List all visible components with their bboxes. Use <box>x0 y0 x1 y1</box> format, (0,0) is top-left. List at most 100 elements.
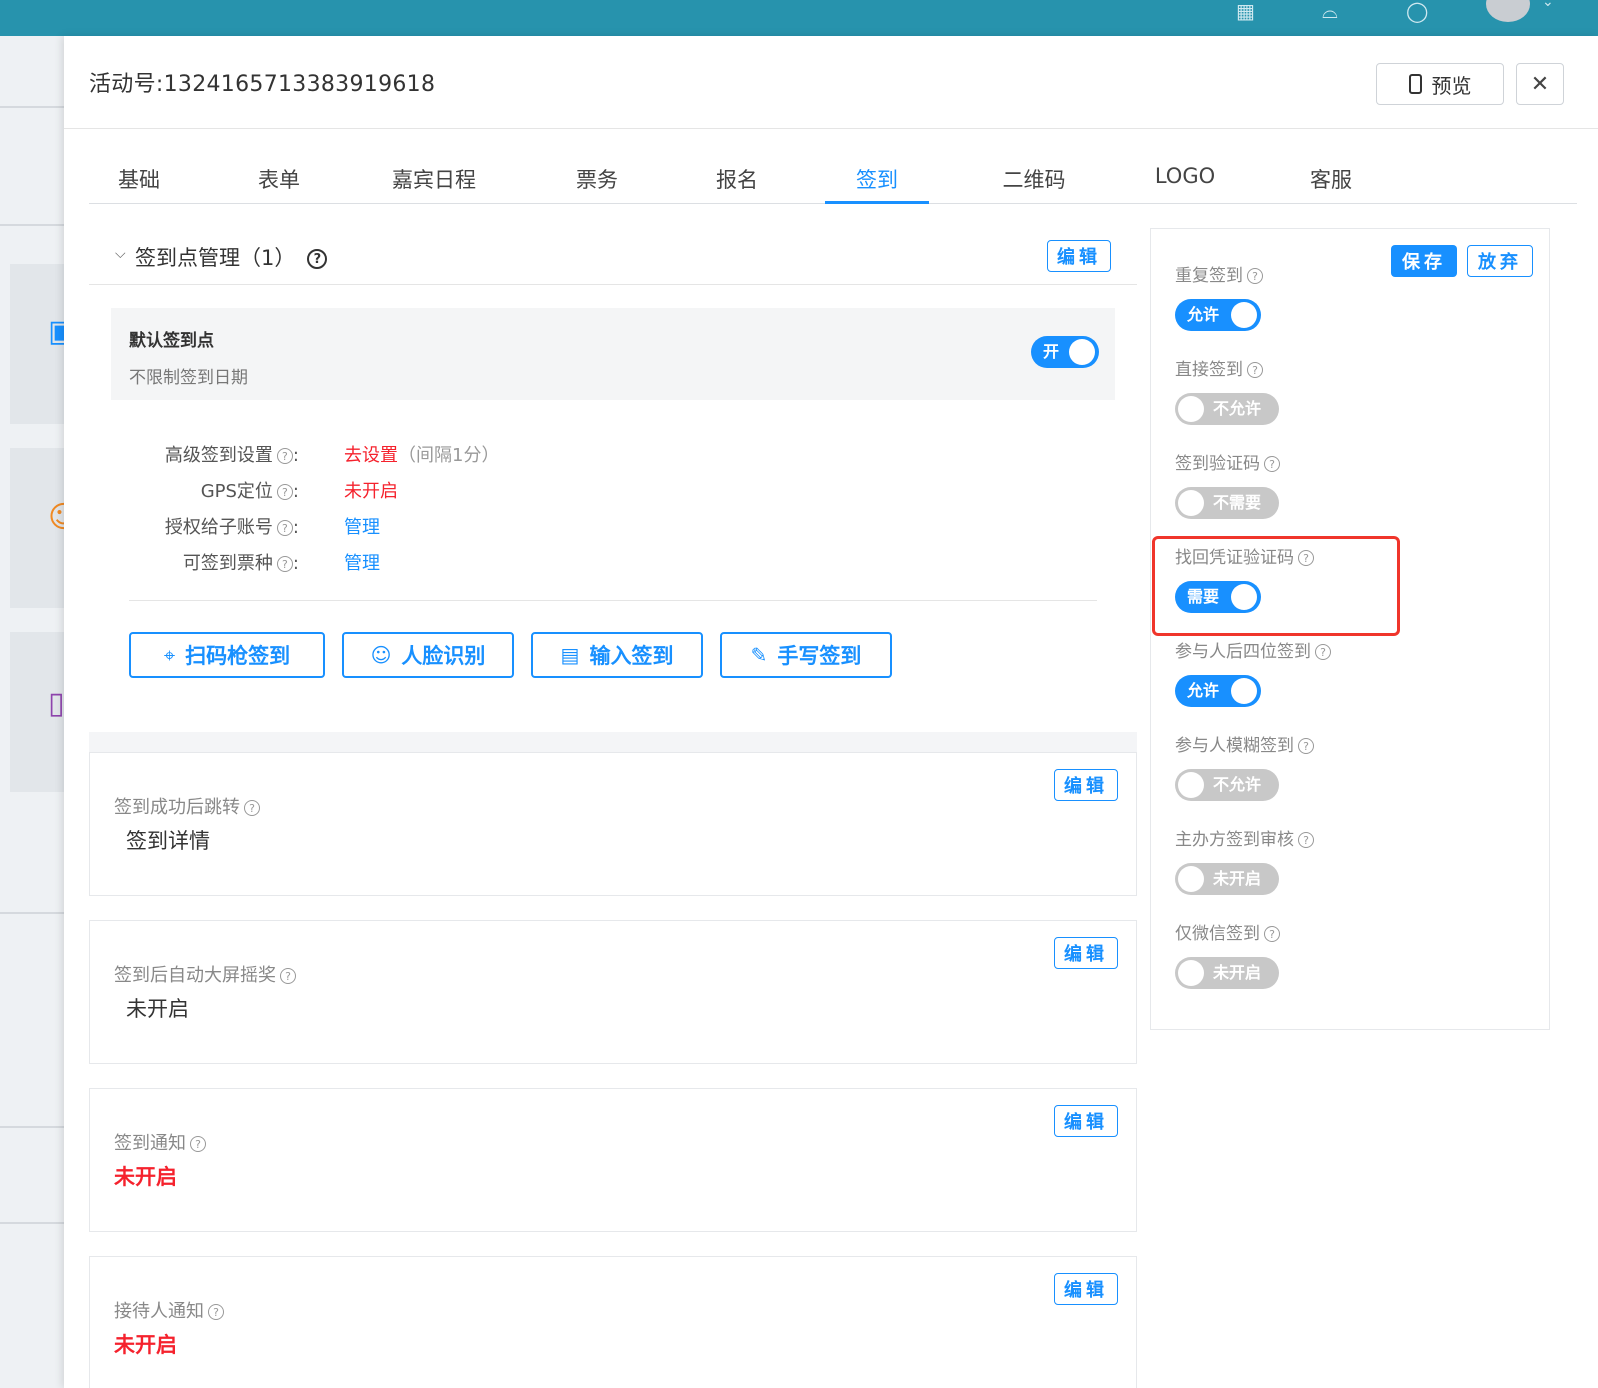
scanner-checkin-button[interactable]: ⌖ 扫码枪签到 <box>129 632 325 678</box>
config-value: 签到详情 <box>126 829 210 853</box>
advanced-value[interactable]: 未开启 <box>344 477 398 503</box>
tab-bar: 基础 表单 嘉宾日程 票务 报名 签到 二维码 LOGO 客服 <box>89 164 1577 204</box>
checkin-point-name: 默认签到点 <box>129 331 214 351</box>
action-label: 扫码枪签到 <box>185 644 291 668</box>
tab-ticketing[interactable]: 票务 <box>547 164 647 204</box>
advanced-value[interactable]: 管理 <box>344 513 380 539</box>
toggle-knob <box>1178 396 1204 422</box>
question-icon[interactable]: ? <box>276 520 293 536</box>
tab-form[interactable]: 表单 <box>229 164 329 204</box>
user-avatar[interactable] <box>1486 0 1530 22</box>
handwriting-checkin-button[interactable]: ✎ 手写签到 <box>720 632 892 678</box>
receptionist-notification-panel: 接待人通知? 未开启 编辑 <box>89 1256 1137 1388</box>
toggle-knob <box>1069 339 1095 365</box>
question-icon[interactable]: ? <box>1264 926 1280 942</box>
qr-code-icon[interactable]: ▦ <box>1236 0 1255 22</box>
direct-checkin-toggle[interactable]: 不允许 <box>1175 393 1279 425</box>
tab-checkin[interactable]: 签到 <box>825 164 929 204</box>
chevron-down-icon[interactable]: ⌄ <box>1542 0 1554 10</box>
discard-button[interactable]: 放弃 <box>1467 245 1533 277</box>
close-button[interactable]: ✕ <box>1516 63 1564 105</box>
toggle-knob <box>1178 866 1204 892</box>
default-checkin-point: 默认签到点 不限制签到日期 开 <box>111 308 1115 400</box>
question-icon[interactable]: ? <box>208 1304 224 1320</box>
bg-divider <box>0 1126 64 1128</box>
question-icon[interactable]: ? <box>307 249 328 269</box>
edit-button[interactable]: 编辑 <box>1054 937 1118 969</box>
close-icon: ✕ <box>1530 71 1550 97</box>
edit-button[interactable]: 编辑 <box>1054 1105 1118 1137</box>
advanced-value[interactable]: 去设置（间隔1分） <box>344 441 499 467</box>
redirect-after-checkin-panel: 签到成功后跳转? 签到详情 编辑 <box>89 752 1137 896</box>
tab-basic[interactable]: 基础 <box>89 164 189 204</box>
preview-button[interactable]: 预览 <box>1376 63 1504 105</box>
tab-registration[interactable]: 报名 <box>687 164 787 204</box>
question-icon[interactable]: ? <box>276 484 293 500</box>
bg-divider <box>0 1222 64 1224</box>
toggle-label: 允许 <box>1187 305 1220 324</box>
checkin-code-toggle[interactable]: 不需要 <box>1175 487 1279 519</box>
bg-divider <box>0 106 64 108</box>
bg-divider <box>0 224 64 226</box>
question-icon[interactable]: ? <box>1298 738 1314 754</box>
edit-button[interactable]: 编辑 <box>1054 769 1118 801</box>
question-icon[interactable]: ? <box>1298 832 1314 848</box>
organizer-review-toggle[interactable]: 未开启 <box>1175 863 1279 895</box>
config-label: 签到成功后跳转? <box>114 793 260 819</box>
help-icon[interactable]: ◯ <box>1406 0 1428 22</box>
advanced-label: 可签到票种?: <box>182 553 299 574</box>
drawer-title: 活动号:1324165713383919618 <box>89 72 436 97</box>
lottery-after-checkin-panel: 签到后自动大屏摇奖? 未开启 编辑 <box>89 920 1137 1064</box>
save-button[interactable]: 保存 <box>1391 245 1457 277</box>
toggle-label: 未开启 <box>1213 963 1262 982</box>
gps-row: GPS定位?: 未开启 <box>89 477 1137 503</box>
tab-customer-service[interactable]: 客服 <box>1281 164 1381 204</box>
advanced-value[interactable]: 管理 <box>344 549 380 575</box>
toggle-label: 不允许 <box>1213 399 1262 418</box>
header-divider <box>64 128 1598 129</box>
pencil-icon: ✎ <box>750 643 768 667</box>
advanced-label: 高级签到设置?: <box>164 445 299 466</box>
question-icon[interactable]: ? <box>1247 268 1263 284</box>
toggle-label: 未开启 <box>1213 869 1262 888</box>
chevron-down-icon[interactable]: ⌵ <box>115 246 126 262</box>
fuzzy-checkin-toggle[interactable]: 不允许 <box>1175 769 1279 801</box>
toggle-knob <box>1178 960 1204 986</box>
tab-logo[interactable]: LOGO <box>1135 164 1235 204</box>
question-icon[interactable]: ? <box>276 448 293 464</box>
active-tab-indicator <box>825 201 929 204</box>
ticket-type-row: 可签到票种?: 管理 <box>89 549 1137 575</box>
section-title: 签到点管理（1）? <box>135 242 328 272</box>
bell-icon[interactable]: ⌓ <box>1322 0 1338 22</box>
question-icon[interactable]: ? <box>1264 456 1280 472</box>
toggle-knob <box>1178 772 1204 798</box>
face-recognition-button[interactable]: ☺ 人脸识别 <box>342 632 514 678</box>
question-icon[interactable]: ? <box>280 968 296 984</box>
tab-qrcode[interactable]: 二维码 <box>979 164 1089 204</box>
setting-label: 仅微信签到? <box>1175 919 1280 944</box>
activity-drawer: 活动号:1324165713383919618 预览 ✕ 基础 表单 嘉宾日程 … <box>64 36 1598 1388</box>
face-icon: ☺ <box>370 643 392 667</box>
section-title-text: 签到点管理（1） <box>135 246 296 270</box>
advanced-setting-row: 高级签到设置?: 去设置（间隔1分） <box>89 441 1137 467</box>
last-four-digits-toggle[interactable]: 允许 <box>1175 675 1261 707</box>
edit-button[interactable]: 编辑 <box>1047 240 1111 272</box>
question-icon[interactable]: ? <box>190 1136 206 1152</box>
actions-divider <box>129 600 1097 601</box>
question-icon[interactable]: ? <box>1247 362 1263 378</box>
config-value: 未开启 <box>114 1333 177 1357</box>
input-checkin-button[interactable]: ▤ 输入签到 <box>531 632 703 678</box>
toggle-knob <box>1231 302 1257 328</box>
config-label: 接待人通知? <box>114 1297 224 1323</box>
question-icon[interactable]: ? <box>276 556 293 572</box>
question-icon[interactable]: ? <box>1315 644 1331 660</box>
wechat-only-toggle[interactable]: 未开启 <box>1175 957 1279 989</box>
repeat-checkin-toggle[interactable]: 允许 <box>1175 299 1261 331</box>
toggle-label: 开 <box>1043 342 1060 361</box>
bg-divider <box>0 912 64 914</box>
question-icon[interactable]: ? <box>244 800 260 816</box>
checkin-point-toggle[interactable]: 开 <box>1031 336 1099 368</box>
tab-guest-schedule[interactable]: 嘉宾日程 <box>369 164 499 204</box>
panel-gap <box>89 732 1137 752</box>
edit-button[interactable]: 编辑 <box>1054 1273 1118 1305</box>
